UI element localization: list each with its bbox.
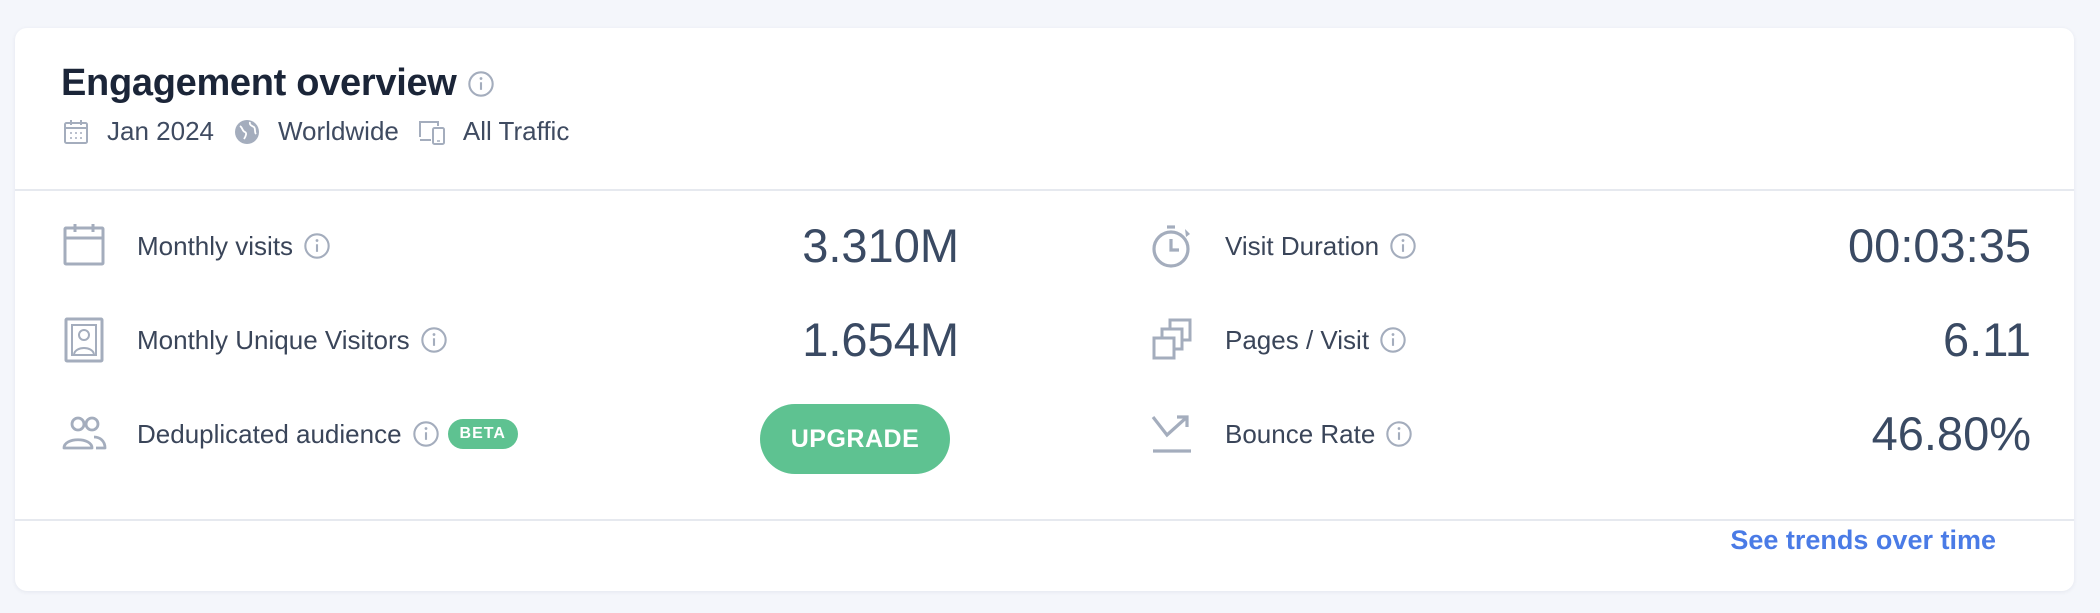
filter-region[interactable]: Worldwide [232,116,399,147]
card-header: Engagement overview Jan 2024 Worldwide A… [15,28,2074,191]
metric-label: Monthly visits [137,230,294,261]
card-title: Engagement overview [61,62,457,104]
metric-value: 1.654M [802,313,959,366]
metric-label: Deduplicated audience [137,418,402,449]
calendar-small-icon [61,117,91,147]
metric-monthly-visits: Monthly visits [61,216,331,276]
people-icon [61,411,107,457]
upgrade-button[interactable]: UPGRADE [760,404,950,474]
metric-deduplicated-audience: Deduplicated audience BETA [61,404,518,464]
info-icon[interactable] [467,70,495,98]
devices-icon [417,117,447,147]
metric-label: Monthly Unique Visitors [137,324,410,355]
metric-pages-visit: Pages / Visit [1149,310,1407,370]
person-card-icon [61,317,107,363]
metric-bounce-rate: Bounce Rate [1149,404,1413,464]
beta-badge: BETA [447,419,518,449]
see-trends-link[interactable]: See trends over time [1730,525,1996,556]
filter-date[interactable]: Jan 2024 [61,116,214,147]
filter-date-label: Jan 2024 [107,116,214,146]
globe-icon [232,117,262,147]
metric-value: 3.310M [802,219,959,272]
stopwatch-icon [1149,223,1195,269]
info-icon[interactable] [412,420,440,448]
info-icon[interactable] [1389,232,1417,260]
pages-icon [1149,317,1195,363]
engagement-card: Engagement overview Jan 2024 Worldwide A… [15,28,2074,591]
title-row: Engagement overview [61,62,495,105]
metrics-body: Monthly visits 3.310M Monthly Unique Vis… [15,191,2074,521]
metric-unique-visitors: Monthly Unique Visitors [61,310,448,370]
metric-label: Visit Duration [1225,230,1380,261]
bounce-arrow-icon [1149,411,1195,457]
metric-value: 6.11 [1943,313,2031,366]
metric-label: Bounce Rate [1225,418,1376,449]
filter-traffic[interactable]: All Traffic [417,116,569,147]
metric-label: Pages / Visit [1225,324,1370,355]
info-icon[interactable] [1379,326,1407,354]
filter-traffic-label: All Traffic [462,116,570,146]
info-icon[interactable] [303,232,331,260]
filter-region-label: Worldwide [277,116,399,146]
filter-row: Jan 2024 Worldwide All Traffic [61,116,587,147]
metric-value: 46.80% [1871,407,2031,460]
metric-value: 00:03:35 [1848,219,2031,272]
info-icon[interactable] [420,326,448,354]
info-icon[interactable] [1385,420,1413,448]
metric-visit-duration: Visit Duration [1149,216,1417,276]
calendar-icon [61,223,107,269]
